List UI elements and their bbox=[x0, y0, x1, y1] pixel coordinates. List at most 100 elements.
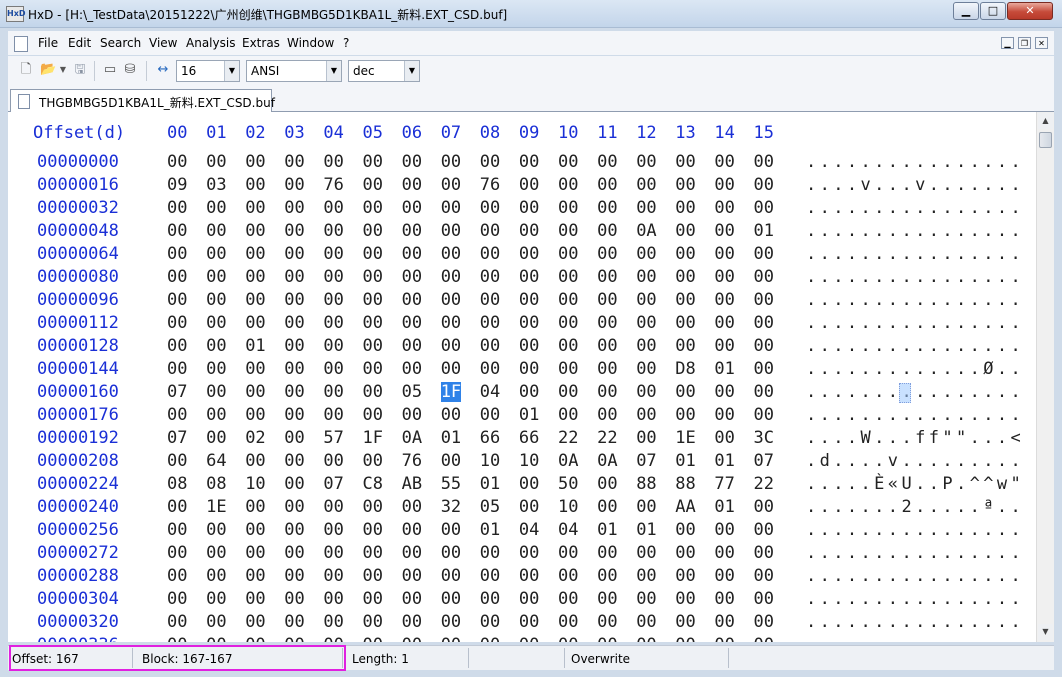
hex-byte[interactable]: 00 bbox=[558, 566, 578, 586]
hex-byte[interactable]: 00 bbox=[284, 566, 304, 586]
ram-icon[interactable]: ▭ bbox=[102, 62, 118, 78]
hex-byte[interactable]: 00 bbox=[714, 244, 734, 264]
hex-byte[interactable]: 00 bbox=[558, 589, 578, 609]
hex-byte[interactable]: 00 bbox=[714, 612, 734, 632]
hex-byte[interactable]: 00 bbox=[323, 152, 343, 172]
hex-byte[interactable]: 50 bbox=[558, 474, 578, 494]
hex-byte[interactable]: 00 bbox=[167, 267, 187, 287]
hex-byte[interactable]: 57 bbox=[323, 428, 343, 448]
hex-byte[interactable]: 00 bbox=[323, 451, 343, 471]
hex-byte[interactable]: 00 bbox=[323, 221, 343, 241]
hex-byte[interactable]: 88 bbox=[636, 474, 656, 494]
hex-byte[interactable]: 00 bbox=[480, 405, 500, 425]
hex-byte[interactable]: 00 bbox=[754, 175, 774, 195]
hex-byte[interactable]: 00 bbox=[402, 175, 422, 195]
hex-byte[interactable]: 32 bbox=[441, 497, 461, 517]
hex-byte[interactable]: 00 bbox=[519, 474, 539, 494]
hex-byte[interactable]: 00 bbox=[323, 198, 343, 218]
hex-byte[interactable]: 00 bbox=[636, 313, 656, 333]
hex-byte[interactable]: 00 bbox=[754, 635, 774, 642]
hex-byte[interactable]: 00 bbox=[441, 635, 461, 642]
hex-byte[interactable]: 00 bbox=[558, 221, 578, 241]
hex-byte[interactable]: 00 bbox=[675, 290, 695, 310]
hex-byte[interactable]: 00 bbox=[675, 612, 695, 632]
hex-byte[interactable]: 00 bbox=[519, 612, 539, 632]
hex-byte[interactable]: 00 bbox=[284, 405, 304, 425]
hex-byte[interactable]: 00 bbox=[714, 267, 734, 287]
hex-byte[interactable]: 66 bbox=[480, 428, 500, 448]
hex-byte[interactable]: 88 bbox=[675, 474, 695, 494]
hex-byte[interactable]: 00 bbox=[245, 520, 265, 540]
hex-byte[interactable]: 01 bbox=[480, 520, 500, 540]
hex-byte[interactable]: 00 bbox=[636, 428, 656, 448]
hex-byte[interactable]: 00 bbox=[206, 566, 226, 586]
hex-byte[interactable]: 00 bbox=[363, 382, 383, 402]
hex-byte[interactable]: 22 bbox=[558, 428, 578, 448]
hex-byte[interactable]: 10 bbox=[480, 451, 500, 471]
hex-byte[interactable]: 00 bbox=[597, 497, 617, 517]
hex-byte[interactable]: 00 bbox=[519, 152, 539, 172]
hex-byte[interactable]: 00 bbox=[558, 175, 578, 195]
hex-byte[interactable]: 00 bbox=[402, 635, 422, 642]
hex-byte[interactable]: 01 bbox=[441, 428, 461, 448]
hex-byte[interactable]: 00 bbox=[245, 175, 265, 195]
hex-byte[interactable]: 00 bbox=[441, 221, 461, 241]
hex-byte[interactable]: 00 bbox=[206, 267, 226, 287]
hex-byte[interactable]: 01 bbox=[636, 520, 656, 540]
hex-byte[interactable]: 00 bbox=[714, 520, 734, 540]
hex-byte[interactable]: 00 bbox=[480, 290, 500, 310]
hex-byte[interactable]: 01 bbox=[245, 336, 265, 356]
hex-byte[interactable]: 00 bbox=[167, 589, 187, 609]
scroll-down-button[interactable]: ▼ bbox=[1038, 624, 1053, 640]
hex-byte[interactable]: 0A bbox=[558, 451, 578, 471]
hex-byte[interactable]: 00 bbox=[284, 520, 304, 540]
hex-byte[interactable]: 00 bbox=[441, 267, 461, 287]
hex-byte[interactable]: 00 bbox=[402, 359, 422, 379]
ascii-column-text[interactable]: .............Ø.. bbox=[806, 359, 1024, 379]
menu-extras[interactable]: Extras bbox=[242, 36, 280, 50]
tab-document[interactable]: THGBMBG5D1KBA1L_新料.EXT_CSD.buf bbox=[10, 89, 275, 112]
hex-byte[interactable]: 22 bbox=[754, 474, 774, 494]
hex-byte[interactable]: 00 bbox=[363, 566, 383, 586]
hex-byte[interactable]: 00 bbox=[402, 520, 422, 540]
hex-byte[interactable]: 00 bbox=[245, 566, 265, 586]
hex-byte[interactable]: 00 bbox=[480, 313, 500, 333]
hex-byte[interactable]: 00 bbox=[284, 589, 304, 609]
hex-byte[interactable]: 00 bbox=[441, 520, 461, 540]
hex-byte[interactable]: 00 bbox=[363, 543, 383, 563]
hex-byte[interactable]: 66 bbox=[519, 428, 539, 448]
hex-byte[interactable]: 00 bbox=[167, 290, 187, 310]
hex-byte[interactable]: 00 bbox=[363, 589, 383, 609]
hex-byte[interactable]: 00 bbox=[754, 612, 774, 632]
hex-byte[interactable]: 1F bbox=[440, 382, 462, 402]
hex-byte[interactable]: 00 bbox=[441, 405, 461, 425]
ascii-column-text[interactable]: ................ bbox=[806, 244, 1024, 264]
hex-byte[interactable]: 1E bbox=[675, 428, 695, 448]
hex-byte[interactable]: 00 bbox=[402, 566, 422, 586]
hex-byte[interactable]: 00 bbox=[558, 382, 578, 402]
hex-byte[interactable]: 00 bbox=[636, 152, 656, 172]
hex-byte[interactable]: 00 bbox=[480, 267, 500, 287]
menu-search[interactable]: Search bbox=[100, 36, 141, 50]
hex-byte[interactable]: 00 bbox=[675, 635, 695, 642]
hex-byte[interactable]: 00 bbox=[323, 543, 343, 563]
hex-byte[interactable]: 00 bbox=[402, 290, 422, 310]
hex-byte[interactable]: 00 bbox=[206, 221, 226, 241]
dropdown-arrow-icon[interactable]: ▼ bbox=[58, 62, 68, 78]
hex-byte[interactable]: 00 bbox=[245, 635, 265, 642]
hex-byte[interactable]: 00 bbox=[636, 612, 656, 632]
hex-byte[interactable]: 00 bbox=[363, 520, 383, 540]
chevron-down-icon[interactable]: ▼ bbox=[326, 61, 341, 81]
hex-byte[interactable]: 00 bbox=[597, 198, 617, 218]
hex-byte[interactable]: 00 bbox=[675, 566, 695, 586]
hex-byte[interactable]: 01 bbox=[597, 520, 617, 540]
hex-byte[interactable]: 00 bbox=[754, 566, 774, 586]
hex-byte[interactable]: 01 bbox=[714, 497, 734, 517]
hex-byte[interactable]: 07 bbox=[636, 451, 656, 471]
hex-byte[interactable]: 00 bbox=[597, 405, 617, 425]
hex-byte[interactable]: 00 bbox=[284, 267, 304, 287]
hex-byte[interactable]: 00 bbox=[323, 589, 343, 609]
hex-byte[interactable]: 00 bbox=[167, 244, 187, 264]
hex-byte[interactable]: 00 bbox=[245, 313, 265, 333]
hex-byte[interactable]: 00 bbox=[675, 405, 695, 425]
